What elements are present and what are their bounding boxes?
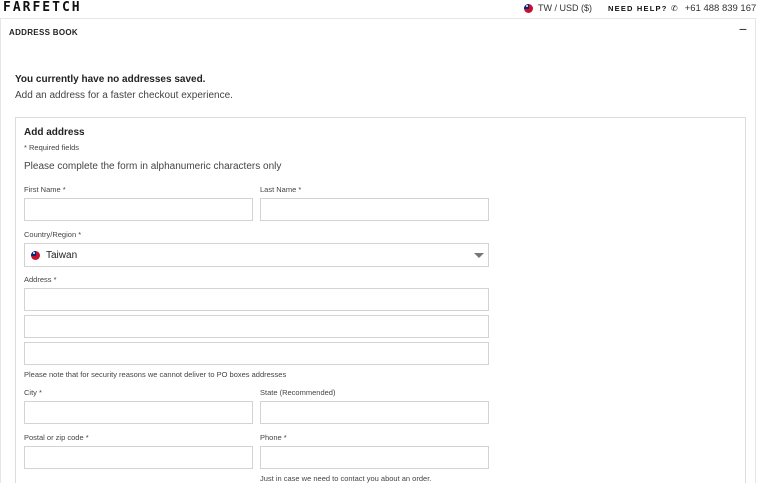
phone-number: +61 488 839 167 xyxy=(684,3,757,14)
last-name-input[interactable] xyxy=(260,198,489,221)
first-name-input[interactable] xyxy=(24,198,253,221)
no-addresses-title: You currently have no addresses saved. xyxy=(15,74,206,85)
city-label: City * xyxy=(24,388,42,397)
chevron-down-icon xyxy=(474,253,484,258)
address-label: Address * xyxy=(24,275,57,284)
phone-icon: ✆ xyxy=(671,4,678,13)
no-addresses-description: Add an address for a faster checkout exp… xyxy=(15,90,233,101)
po-box-note: Please note that for security reasons we… xyxy=(24,370,287,379)
address-book-title: ADDRESS BOOK xyxy=(9,28,78,37)
required-fields-note: * Required fields xyxy=(24,143,80,152)
locale-label: TW / USD ($) xyxy=(538,3,592,13)
country-label: Country/Region * xyxy=(24,230,82,239)
need-help-link[interactable]: NEED HELP? xyxy=(608,4,668,13)
last-name-label: Last Name * xyxy=(260,185,302,194)
address-book-panel: ADDRESS BOOK − You currently have no add… xyxy=(0,18,756,483)
postal-code-label: Postal or zip code * xyxy=(24,433,89,442)
add-address-form: Add address * Required fields Please com… xyxy=(15,117,746,483)
postal-code-input[interactable] xyxy=(24,446,253,469)
phone-input[interactable] xyxy=(260,446,489,469)
collapse-icon[interactable]: − xyxy=(739,21,747,37)
address-line-1-input[interactable] xyxy=(24,288,489,311)
first-name-label: First Name * xyxy=(24,185,66,194)
city-input[interactable] xyxy=(24,401,253,424)
address-line-3-input[interactable] xyxy=(24,342,489,365)
locale-selector[interactable]: TW / USD ($) xyxy=(524,3,592,13)
country-select[interactable]: Taiwan xyxy=(24,243,489,267)
add-address-title: Add address xyxy=(24,127,85,138)
phone-note: Just in case we need to contact you abou… xyxy=(260,474,432,483)
taiwan-flag-icon xyxy=(31,250,40,260)
address-line-2-input[interactable] xyxy=(24,315,489,338)
phone-label: Phone * xyxy=(260,433,287,442)
site-header: FARFETCH TW / USD ($) NEED HELP? ✆ +61 4… xyxy=(0,0,760,18)
state-label: State (Recommended) xyxy=(260,388,336,397)
phone-contact[interactable]: ✆ +61 488 839 167 xyxy=(671,3,756,14)
taiwan-flag-icon xyxy=(524,3,533,13)
farfetch-logo[interactable]: FARFETCH xyxy=(3,0,82,15)
state-input[interactable] xyxy=(260,401,489,424)
country-value: Taiwan xyxy=(46,249,78,261)
alphanumeric-note: Please complete the form in alphanumeric… xyxy=(24,161,282,172)
page: FARFETCH TW / USD ($) NEED HELP? ✆ +61 4… xyxy=(0,0,760,483)
